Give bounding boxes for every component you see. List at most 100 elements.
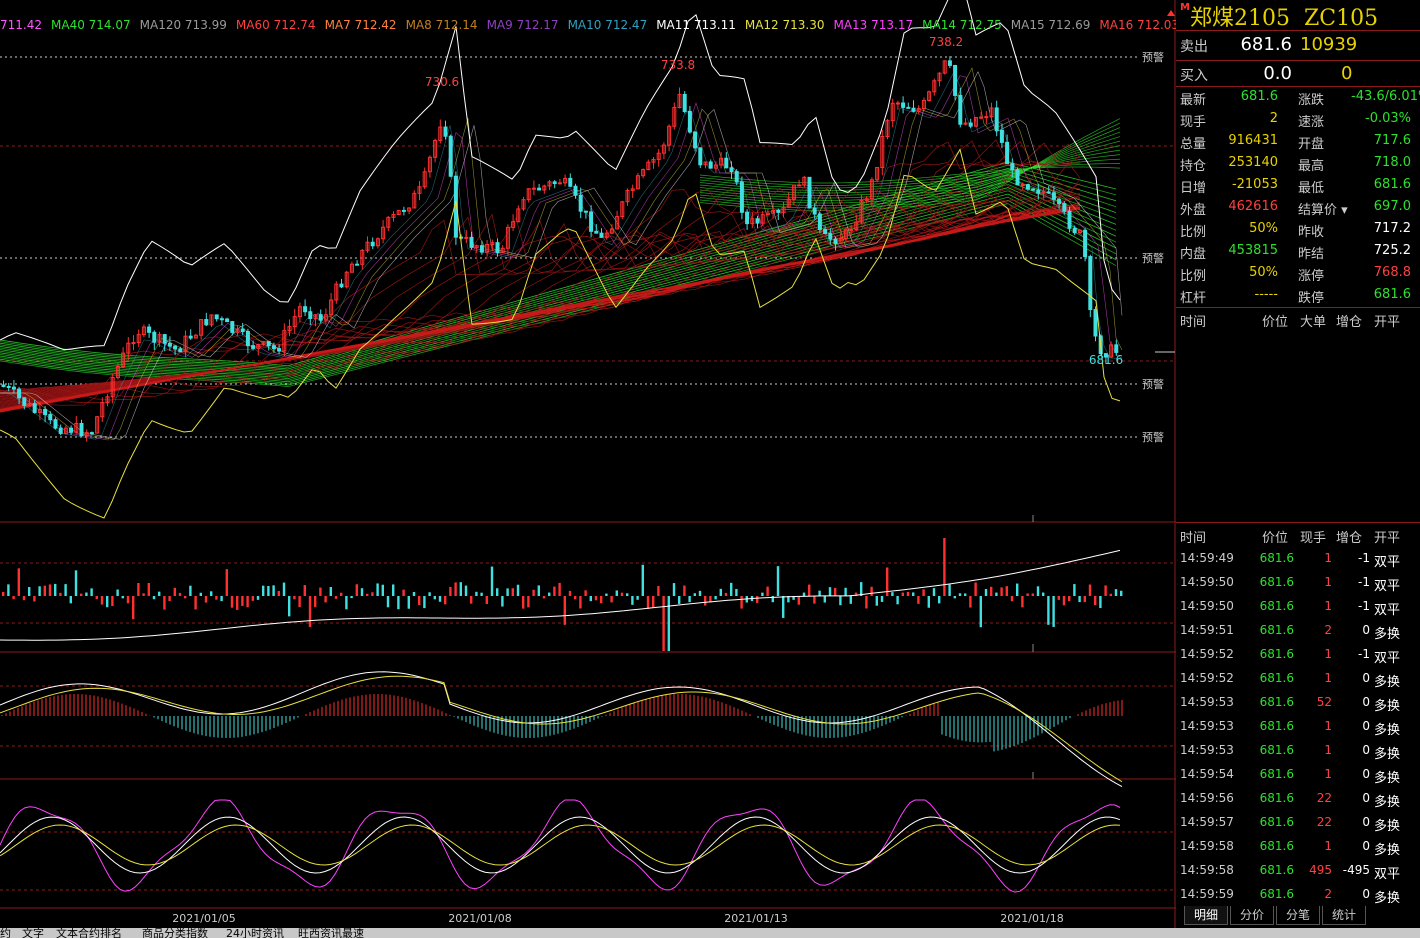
alert-label[interactable]: 预警 <box>1142 377 1164 391</box>
ma-legend-item: MA15 712.69 <box>1011 18 1091 32</box>
tick-cell: 1 <box>1324 743 1332 757</box>
tick-cell: 0 <box>1362 839 1370 853</box>
stat-value: -0.03% <box>1365 111 1411 126</box>
ma-legend-item: MA60 712.74 <box>236 18 316 32</box>
contract-name: 郑煤2105 <box>1190 6 1290 31</box>
column-header: 增仓 <box>1336 531 1363 546</box>
tick-cell: 双平 <box>1374 603 1401 618</box>
contract-code: ZC105 <box>1304 6 1379 31</box>
stat-label: 开盘 <box>1298 137 1325 152</box>
bottom-tab[interactable]: 24小时资讯 <box>226 928 284 938</box>
column-header: 时间 <box>1180 315 1207 330</box>
tick-cell: 14:59:59 <box>1180 887 1234 901</box>
alert-label[interactable]: 预警 <box>1142 251 1164 265</box>
tick-cell: -1 <box>1358 599 1370 613</box>
alert-label[interactable]: 预警 <box>1142 430 1164 444</box>
tick-cell: 多换 <box>1374 699 1401 714</box>
quote-panel: M 郑煤2105 ZC105 卖出 681.6 10939 买入 0.0 0 最… <box>1176 0 1420 938</box>
ma-legend-item: MA16 712.03 <box>1099 18 1176 32</box>
stat-value: 681.6 <box>1240 89 1278 104</box>
tick-cell: 双平 <box>1374 555 1401 570</box>
tick-cell: -495 <box>1342 863 1370 877</box>
tick-cell: 1 <box>1324 767 1332 781</box>
buy-label: 买入 <box>1180 68 1208 84</box>
stat-value: 50% <box>1249 221 1278 236</box>
ma-legend-item: MA8 712.14 <box>406 18 478 32</box>
ma-legend-item: MA10 712.47 <box>568 18 648 32</box>
tick-cell: 14:59:50 <box>1180 575 1234 589</box>
tick-cell: 多换 <box>1374 627 1401 642</box>
bottom-tab[interactable]: 文字 <box>22 928 44 938</box>
tick-cell: -1 <box>1358 551 1370 565</box>
tick-cell: 22 <box>1316 815 1332 829</box>
ma-legend: 711.42 MA40 714.07 MA120 713.99 MA60 712.74… <box>0 18 1176 32</box>
sell-price: 681.6 <box>1240 34 1292 55</box>
tick-cell: -1 <box>1358 575 1370 589</box>
stat-label: 日增 <box>1180 181 1207 196</box>
tick-cell: 681.6 <box>1259 575 1294 589</box>
alert-label[interactable]: 预警 <box>1142 50 1164 64</box>
sell-label: 卖出 <box>1180 39 1208 55</box>
stat-label: 跌停 <box>1298 291 1325 306</box>
stat-label: 杠杆 <box>1180 291 1207 306</box>
stat-label: 比例 <box>1180 225 1207 240</box>
stat-value: -21053 <box>1231 177 1278 192</box>
sell-row[interactable]: 卖出 681.6 10939 <box>1176 32 1420 60</box>
stat-label: 内盘 <box>1180 247 1207 262</box>
stat-label: 比例 <box>1180 269 1207 284</box>
tab-3[interactable]: 统计 <box>1322 906 1366 925</box>
tick-cell: 0 <box>1362 767 1370 781</box>
high-label-3: 738.2 <box>929 35 963 49</box>
ma-legend-item: MA40 714.07 <box>51 18 131 32</box>
contract-title: 郑煤2105 ZC105 <box>1190 0 1378 32</box>
buy-row[interactable]: 买入 0.0 0 <box>1176 61 1420 89</box>
tick-cell: 0 <box>1362 743 1370 757</box>
bottom-tab[interactable]: 商品分类指数 <box>142 928 208 938</box>
tick-cell: 681.6 <box>1259 767 1294 781</box>
tab-1[interactable]: 分价 <box>1230 906 1274 925</box>
tick-cell: 14:59:49 <box>1180 551 1234 565</box>
tick-cell: 14:59:58 <box>1180 839 1234 853</box>
tick-cell: 多换 <box>1374 843 1401 858</box>
tick-cell: -1 <box>1358 647 1370 661</box>
stat-value: 462616 <box>1228 199 1278 214</box>
tick-cell: 681.6 <box>1259 695 1294 709</box>
column-header: 增仓 <box>1336 315 1363 330</box>
bottom-tab[interactable]: 旺西资讯最速 <box>298 928 364 938</box>
tick-cell: 22 <box>1316 791 1332 805</box>
stat-label: 总量 <box>1180 137 1207 152</box>
svg-text:711.42MA40 714.07MA120 713.99M: 711.42 MA40 714.07 MA120 713.99 MA60 712.74… <box>0 18 1176 32</box>
tick-cell: 52 <box>1316 695 1332 709</box>
tick-cell: 1 <box>1324 671 1332 685</box>
date-label: 2021/01/13 <box>724 912 787 925</box>
tab-2[interactable]: 分笔 <box>1276 906 1320 925</box>
stat-label: 涨停 <box>1298 269 1325 284</box>
buy-volume: 0 <box>1341 63 1353 84</box>
stat-value: 916431 <box>1228 133 1278 148</box>
stat-label: 外盘 <box>1180 203 1207 218</box>
high-label-1: 730.6 <box>425 75 459 89</box>
tick-cell: 14:59:52 <box>1180 671 1234 685</box>
tick-cell: 14:59:53 <box>1180 743 1234 757</box>
ma-legend-item: MA14 712.75 <box>922 18 1002 32</box>
bottom-tab[interactable]: 文本合约排名 <box>56 928 122 938</box>
tick-cell: 14:59:57 <box>1180 815 1234 829</box>
tab-0[interactable]: 明细 <box>1184 906 1228 925</box>
contract-marker: M <box>1180 2 1190 13</box>
stat-label: 最新 <box>1180 93 1207 108</box>
tick-cell: 681.6 <box>1259 623 1294 637</box>
tick-cell: 0 <box>1362 623 1370 637</box>
stat-value: 253140 <box>1228 155 1278 170</box>
stat-value: 50% <box>1249 265 1278 280</box>
tick-cell: 0 <box>1362 695 1370 709</box>
column-header: 时间 <box>1180 531 1207 546</box>
ma-legend-item: MA12 713.30 <box>745 18 825 32</box>
tick-cell: 2 <box>1324 623 1332 637</box>
bottom-tab-bar: 约 文字 文本合约排名 商品分类指数 24小时资讯 旺西资讯最速 <box>0 928 1420 938</box>
tick-cell: 681.6 <box>1259 863 1294 877</box>
volume-bars <box>0 538 1123 651</box>
bottom-tab[interactable]: 约 <box>0 928 11 938</box>
stat-value: 768.8 <box>1373 265 1411 280</box>
tick-cell: 1 <box>1324 575 1332 589</box>
kline-chart-area[interactable]: 730.6 733.8 738.2 681.6 预警 预警 预警 预警 711.… <box>0 0 1176 938</box>
